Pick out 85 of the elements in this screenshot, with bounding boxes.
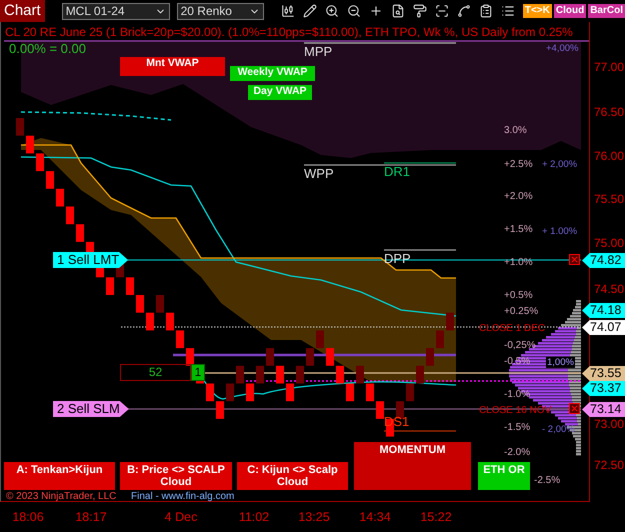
weekly-percent-label: + 2,00% — [542, 159, 578, 170]
price-tick: 72.50 — [594, 458, 624, 472]
percent-label: +1.0% — [504, 256, 533, 269]
price-tick: 74.50 — [594, 282, 624, 296]
pivot-label: MPP — [304, 44, 332, 59]
candlestick-button[interactable] — [280, 3, 296, 19]
line-chart-button[interactable] — [456, 3, 472, 19]
position-ticks: 52 — [120, 364, 191, 381]
price-flag: 73.55 — [582, 366, 625, 381]
crosshair-icon — [369, 4, 384, 18]
percent-label: +0.25% — [504, 305, 538, 318]
close-order-icon[interactable] — [569, 254, 580, 265]
signal-label: MOMENTUM — [354, 442, 471, 490]
clipboard-button[interactable] — [478, 3, 494, 19]
document-search-icon — [391, 4, 406, 18]
signal-label: C: Kijun <> Scalp Cloud — [237, 462, 348, 490]
paint-roller-button[interactable] — [412, 3, 428, 19]
percent-label: -2.5% — [534, 474, 560, 487]
price-tick: 77.00 — [594, 60, 624, 74]
price-tick: 76.50 — [594, 105, 624, 119]
zoom-out-icon — [347, 4, 362, 18]
scan-button[interactable] — [434, 3, 450, 19]
credit-link[interactable]: Final - www.fin-alg.com — [131, 491, 234, 502]
instrument-select[interactable]: MCL 01-24 — [62, 2, 170, 20]
price-tick: 76.00 — [594, 149, 624, 163]
time-tick: 18:17 — [74, 510, 108, 524]
position-quantity: 1 — [191, 364, 205, 381]
time-tick: 15:22 — [419, 510, 453, 524]
zoom-in-icon — [325, 4, 340, 18]
zoom-in-button[interactable] — [324, 3, 340, 19]
time-tick: 14:34 — [358, 510, 392, 524]
price-flag: 74.18 — [582, 303, 625, 318]
price-flag: 73.14 — [582, 402, 625, 417]
weekly-percent-label: + 1.00% — [542, 226, 578, 237]
toggle-button[interactable]: BarCol — [588, 4, 625, 18]
weekly-percent-label: 1,00% — [546, 357, 575, 368]
time-tick: 11:02 — [238, 510, 270, 524]
zoom-out-button[interactable] — [346, 3, 362, 19]
percent-label: -1.5% — [504, 421, 530, 434]
line-chart-icon — [457, 4, 472, 18]
vwap-label: Weekly VWAP — [230, 66, 315, 81]
weekly-percent-label: - 2,00% — [542, 424, 575, 435]
percent-label: +2.5% — [504, 158, 533, 171]
time-tick: 13:25 — [297, 510, 331, 524]
price-flag: 73.37 — [582, 381, 625, 396]
time-tick: 18:06 — [11, 510, 45, 524]
vwap-label: Day VWAP — [248, 85, 312, 100]
percent-label: CLOSE 1 DEC — [479, 322, 546, 335]
clipboard-icon — [479, 4, 494, 18]
offset-label: 0.00% = 0.00 — [9, 42, 86, 56]
order-label[interactable]: 2 Sell SLM — [53, 401, 129, 417]
close-order-icon[interactable] — [569, 403, 580, 414]
candlestick-icon — [281, 4, 296, 18]
price-flag: 74.07 — [582, 320, 625, 335]
percent-label: CLOSE 16 NOV — [479, 404, 552, 417]
pencil-button[interactable] — [302, 3, 318, 19]
percent-label: +1.5% — [504, 223, 533, 236]
percent-label: -2.0% — [504, 446, 530, 459]
time-tick: 4 Dec — [164, 510, 198, 524]
percent-label: -0,25% — [504, 339, 536, 352]
paint-roller-icon — [413, 4, 428, 18]
price-flag: 74.82 — [582, 253, 625, 268]
price-tick: 75.00 — [594, 236, 624, 250]
weekly-percent-label: +4,00% — [546, 43, 578, 54]
price-tick: 73.00 — [594, 417, 624, 431]
vwap-label: Mnt VWAP — [120, 57, 225, 76]
copyright-text: © 2023 NinjaTrader, LLC — [6, 491, 116, 502]
window-title: Chart — [0, 0, 45, 22]
percent-label: +2.0% — [504, 190, 533, 203]
price-tick: 75.50 — [594, 192, 624, 206]
signal-label: ETH OR — [478, 462, 530, 490]
signal-label: A: Tenkan>Kijun — [4, 462, 115, 490]
percent-label: +0.5% — [504, 289, 533, 302]
toggle-button[interactable]: Cloud — [554, 4, 586, 18]
signal-label: B: Price <> SCALP Cloud — [120, 462, 232, 490]
order-label[interactable]: 1 Sell LMT — [53, 252, 128, 268]
scan-icon — [435, 4, 450, 18]
document-search-button[interactable] — [390, 3, 406, 19]
percent-label: 3.0% — [504, 124, 527, 137]
pivot-label: WPP — [304, 166, 334, 181]
pencil-icon — [303, 4, 318, 18]
percent-label: -1.0% — [504, 388, 530, 401]
chart-header: CL 20 RE June 25 (1 Brick=20p=$20.00). (1.0%=110pps=$110.00), ETH TPO, Wk %, US Daily from 0.25% — [5, 25, 573, 39]
pivot-label: DR1 — [384, 164, 410, 179]
bar-type-select[interactable]: 20 Renko — [176, 2, 264, 20]
